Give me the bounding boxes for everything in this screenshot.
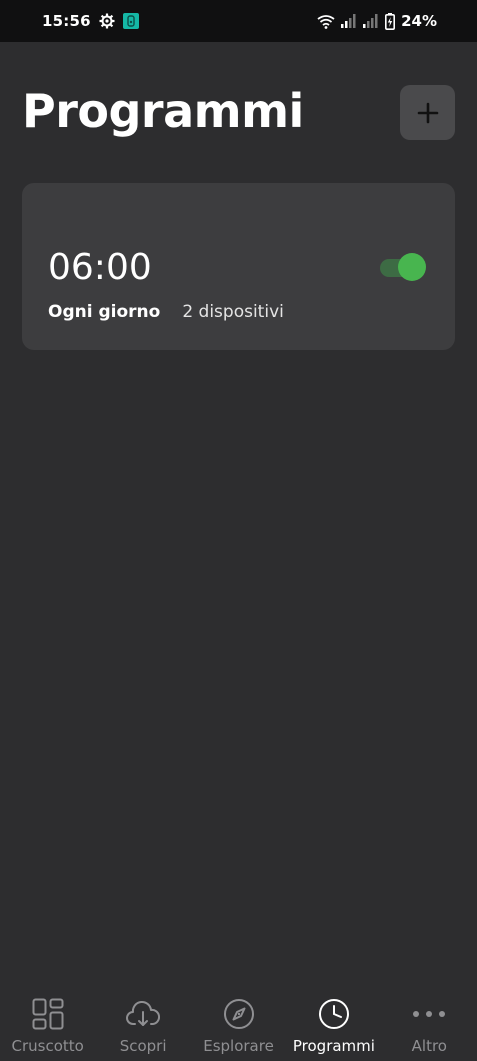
app-notification-icon: [122, 13, 139, 29]
plus-icon: [417, 102, 439, 124]
nav-label: Esplorare: [203, 1037, 274, 1055]
signal-icon: [363, 14, 379, 28]
nav-label: Altro: [411, 1037, 447, 1055]
status-right: 24%: [317, 12, 437, 30]
page-title: Programmi: [22, 84, 304, 138]
clock-icon: [317, 997, 351, 1031]
signal-icon: [341, 14, 357, 28]
schedule-devices: 2 dispositivi: [182, 302, 284, 322]
nav-item-altro[interactable]: Altro: [382, 985, 477, 1061]
nav-label: Programmi: [292, 1037, 375, 1055]
schedule-card[interactable]: 06:00 Ogni giorno 2 dispositivi: [22, 183, 455, 350]
add-schedule-button[interactable]: [400, 85, 455, 140]
dashboard-icon: [31, 997, 65, 1031]
battery-charging-icon: [385, 12, 396, 30]
nav-label: Cruscotto: [11, 1037, 84, 1055]
nav-item-cruscotto[interactable]: Cruscotto: [0, 985, 95, 1061]
status-time: 15:56: [42, 12, 91, 30]
schedule-repeat: Ogni giorno: [48, 302, 161, 322]
more-dots-icon: [412, 997, 446, 1031]
bottom-nav: Cruscotto Scopri Esplorare Programmi Alt…: [0, 985, 477, 1061]
schedule-time: 06:00: [48, 247, 152, 288]
compass-icon: [222, 997, 256, 1031]
status-left: 15:56: [42, 12, 139, 30]
nav-item-programmi[interactable]: Programmi: [286, 985, 381, 1061]
nav-item-esplorare[interactable]: Esplorare: [191, 985, 286, 1061]
nav-item-scopri[interactable]: Scopri: [95, 985, 190, 1061]
wifi-icon: [317, 14, 335, 29]
battery-percentage: 24%: [401, 12, 437, 30]
schedule-enabled-toggle[interactable]: [380, 253, 426, 281]
cloud-download-icon: [126, 997, 161, 1031]
status-bar: 15:56 24%: [0, 0, 477, 42]
nav-label: Scopri: [119, 1037, 167, 1055]
toggle-thumb: [398, 253, 426, 281]
schedule-meta: Ogni giorno 2 dispositivi: [48, 302, 284, 322]
settings-gear-icon: [99, 13, 115, 29]
